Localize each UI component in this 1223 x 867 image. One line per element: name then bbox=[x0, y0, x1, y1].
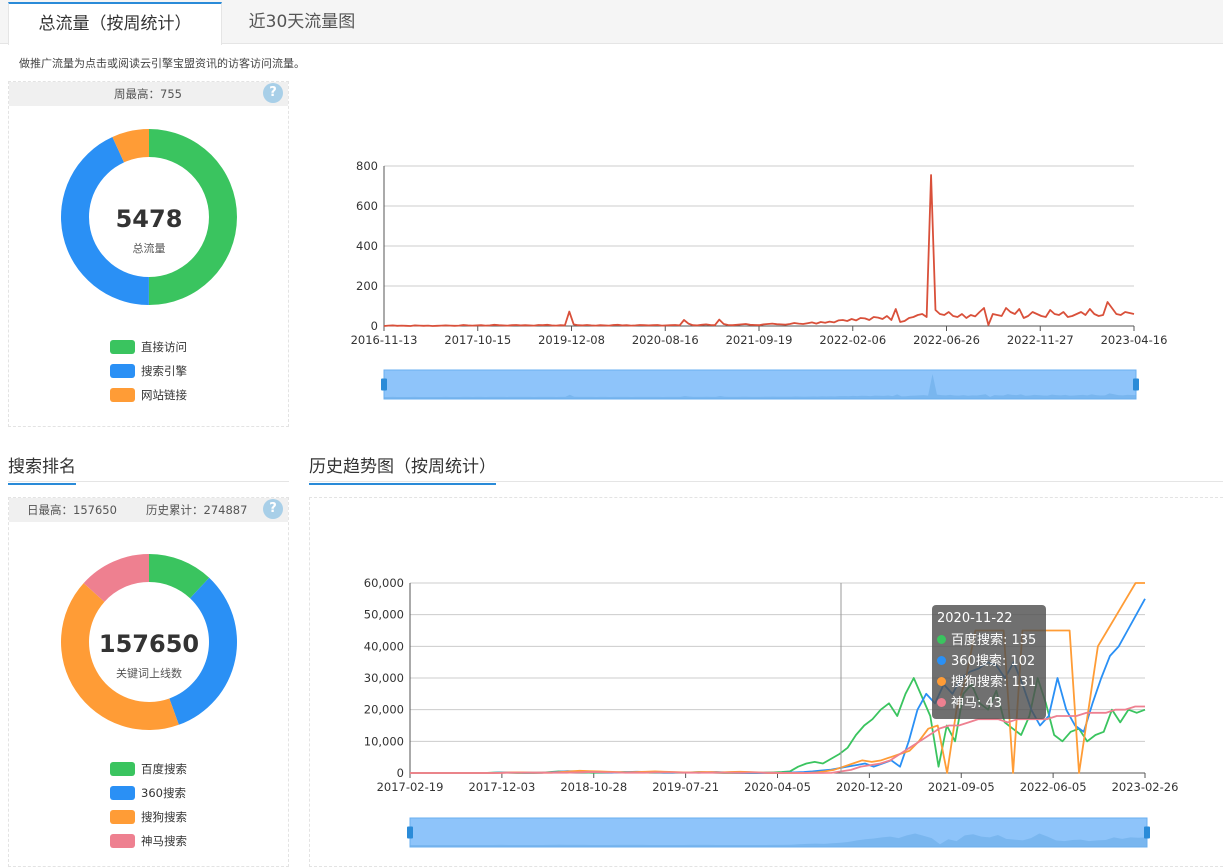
search-summary-panel: 日最高：157650 历史累计：274887 ? 157650 关键词上线数 百… bbox=[8, 497, 289, 867]
y-tick-label: 0 bbox=[397, 766, 404, 780]
tab-total-traffic[interactable]: 总流量（按周统计） bbox=[8, 2, 222, 45]
tooltip-row: 360搜索: 102 bbox=[937, 650, 1041, 671]
zoom-handle[interactable] bbox=[381, 378, 387, 391]
total-traffic-value: 5478 bbox=[116, 205, 183, 233]
trend-chart-panel: 0 10,000 20,000 30,000 40,000 50,000 60,000 201… bbox=[309, 497, 1223, 867]
y-tick-label: 200 bbox=[356, 279, 378, 293]
y-tick-label: 600 bbox=[356, 199, 378, 213]
tooltip-text: 神马: 43 bbox=[951, 696, 1003, 711]
x-tick-label: 2017-12-03 bbox=[468, 780, 535, 794]
tooltip-dot bbox=[937, 698, 946, 707]
tab-30-day-traffic[interactable]: 近30天流量图 bbox=[222, 2, 382, 44]
legend-360[interactable]: 360搜索 bbox=[110, 785, 186, 801]
legend-label: 搜狗搜索 bbox=[141, 810, 187, 824]
weekly-max-label: 周最高：755 bbox=[114, 87, 182, 101]
y-tick-label: 800 bbox=[356, 159, 378, 173]
y-tick-label: 20,000 bbox=[364, 703, 404, 717]
legend-sogou[interactable]: 搜狗搜索 bbox=[110, 809, 187, 825]
legend-label: 网站链接 bbox=[141, 388, 187, 402]
x-tick-label: 2019-07-21 bbox=[652, 780, 719, 794]
x-tick-label: 2020-04-05 bbox=[744, 780, 811, 794]
legend-swatch bbox=[110, 340, 135, 354]
legend-website-link[interactable]: 网站链接 bbox=[110, 387, 187, 403]
y-tick-label: 400 bbox=[356, 239, 378, 253]
tooltip-text: 搜狗搜索: 131 bbox=[951, 675, 1037, 690]
legend-direct[interactable]: 直接访问 bbox=[110, 339, 187, 355]
y-tick-label: 40,000 bbox=[364, 639, 404, 653]
legend-swatch bbox=[110, 364, 135, 378]
x-tick-label: 2021-09-05 bbox=[928, 780, 995, 794]
x-tick-label: 2021-09-19 bbox=[726, 333, 793, 347]
tooltip-date: 2020-11-22 bbox=[937, 611, 1013, 626]
y-tick-label: 10,000 bbox=[364, 734, 404, 748]
search-donut-chart: 157650 关键词上线数 bbox=[61, 554, 238, 730]
x-tick-label: 2017-02-19 bbox=[377, 780, 444, 794]
x-tick-label: 2022-11-27 bbox=[1007, 333, 1074, 347]
x-tick-label: 2022-06-26 bbox=[913, 333, 980, 347]
tooltip-dot bbox=[937, 635, 946, 644]
traffic-donut-chart: 5478 总流量 bbox=[61, 129, 237, 305]
legend-label: 360搜索 bbox=[141, 786, 186, 800]
tooltip-row: 搜狗搜索: 131 bbox=[937, 671, 1041, 692]
zoom-slider[interactable] bbox=[383, 369, 1137, 400]
search-stat-strip: 日最高：157650 历史累计：274887 ? bbox=[9, 498, 288, 522]
legend-baidu[interactable]: 百度搜索 bbox=[110, 761, 187, 777]
traffic-stat-strip: 周最高：755 ? bbox=[9, 82, 288, 106]
x-tick-label: 2018-10-28 bbox=[560, 780, 627, 794]
x-tick-label: 2023-04-16 bbox=[1101, 333, 1168, 347]
tab-bar: 总流量（按周统计） 近30天流量图 bbox=[0, 0, 1223, 45]
traffic-summary-panel: 周最高：755 ? 5478 总流量 直接访问 搜索引擎 网站链接 bbox=[8, 81, 289, 427]
x-tick-label: 2023-02-26 bbox=[1112, 780, 1179, 794]
x-tick-label: 2020-12-20 bbox=[836, 780, 903, 794]
x-tick-label: 2017-10-15 bbox=[444, 333, 511, 347]
legend-swatch bbox=[110, 388, 135, 402]
y-tick-label: 30,000 bbox=[364, 671, 404, 685]
y-tick-label: 60,000 bbox=[364, 576, 404, 590]
y-tick-label: 50,000 bbox=[364, 608, 404, 622]
total-traffic-label: 总流量 bbox=[133, 241, 166, 255]
tooltip-dot bbox=[937, 677, 946, 686]
zoom-handle[interactable] bbox=[407, 826, 413, 839]
legend-label: 神马搜索 bbox=[141, 834, 187, 848]
legend-label: 百度搜索 bbox=[141, 762, 187, 776]
y-tick-label: 0 bbox=[371, 319, 378, 333]
weekly-traffic-line-chart: 0 200 400 600 800 2016-11-13 2017-10-15 2019-12… bbox=[351, 159, 1168, 400]
history-trend-line-chart: 0 10,000 20,000 30,000 40,000 50,000 60,000 201… bbox=[364, 576, 1179, 848]
legend-label: 搜索引擎 bbox=[141, 364, 187, 378]
legend-search-engine[interactable]: 搜索引擎 bbox=[110, 363, 187, 379]
legend-label: 直接访问 bbox=[141, 340, 187, 354]
series-line bbox=[383, 174, 1135, 327]
zoom-handle[interactable] bbox=[1133, 378, 1139, 391]
zoom-handle[interactable] bbox=[1144, 826, 1150, 839]
x-tick-label: 2016-11-13 bbox=[351, 333, 418, 347]
traffic-note: 做推广流量为点击或阅读云引擎宝盟资讯的访客访问流量。 bbox=[19, 57, 305, 70]
divider bbox=[8, 481, 289, 482]
chart-tooltip: 2020-11-22 百度搜索: 135 360搜索: 102 搜狗搜索: 13… bbox=[932, 605, 1046, 719]
help-icon[interactable]: ? bbox=[263, 83, 283, 103]
x-tick-label: 2019-12-08 bbox=[538, 333, 605, 347]
keyword-online-value: 157650 bbox=[99, 630, 199, 658]
tooltip-row: 百度搜索: 135 bbox=[937, 629, 1041, 650]
x-tick-label: 2020-08-16 bbox=[632, 333, 699, 347]
tooltip-text: 百度搜索: 135 bbox=[951, 633, 1037, 648]
keyword-online-label: 关键词上线数 bbox=[116, 666, 182, 680]
daily-max-label: 日最高：157650 bbox=[27, 503, 117, 517]
tooltip-dot bbox=[937, 656, 946, 665]
x-tick-label: 2022-02-06 bbox=[819, 333, 886, 347]
divider bbox=[309, 481, 1223, 482]
x-tick-label: 2022-06-05 bbox=[1020, 780, 1087, 794]
tooltip-row: 神马: 43 bbox=[937, 692, 1041, 713]
legend-swatch bbox=[110, 810, 135, 824]
tooltip-text: 360搜索: 102 bbox=[951, 654, 1036, 669]
help-icon[interactable]: ? bbox=[263, 499, 283, 519]
legend-swatch bbox=[110, 786, 135, 800]
legend-swatch bbox=[110, 762, 135, 776]
history-total-label: 历史累计：274887 bbox=[146, 503, 248, 517]
legend-shenma[interactable]: 神马搜索 bbox=[110, 833, 187, 849]
legend-swatch bbox=[110, 834, 135, 848]
